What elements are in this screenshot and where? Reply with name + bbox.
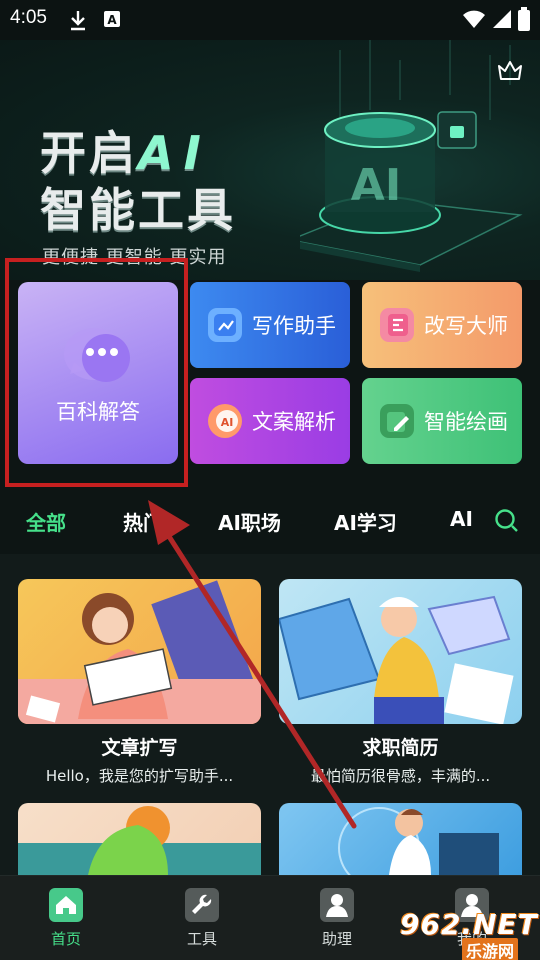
wrench-icon <box>185 888 219 922</box>
home-icon <box>49 888 83 922</box>
nav-tools[interactable]: 工具 <box>172 888 232 952</box>
watermark-logo: 962.NET 乐游网 <box>400 908 538 960</box>
nav-label-tools: 工具 <box>186 930 217 948</box>
nav-label-assistant: 助理 <box>321 930 352 948</box>
nav-home[interactable]: 首页 <box>36 888 96 952</box>
assistant-icon <box>320 888 354 922</box>
nav-assistant[interactable]: 助理 <box>307 888 367 952</box>
watermark-sub: 乐游网 <box>462 938 519 960</box>
watermark-main: 962.NET <box>400 908 538 941</box>
nav-label-home: 首页 <box>50 930 81 948</box>
annotation-arrow <box>148 500 357 829</box>
